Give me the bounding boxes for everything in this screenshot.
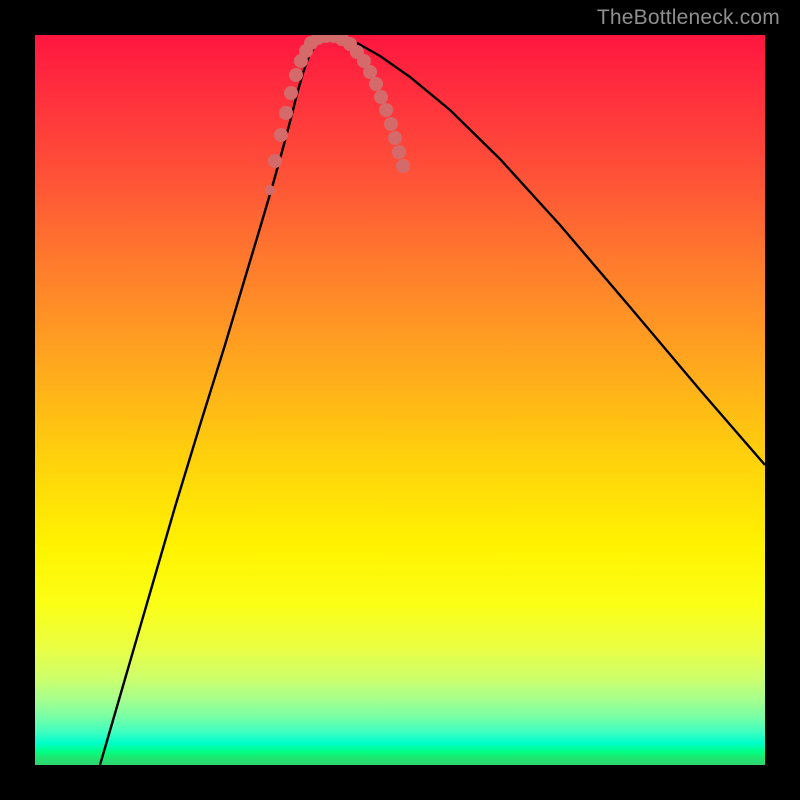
- bottleneck-curve: [100, 37, 765, 765]
- plot-area: [35, 35, 765, 765]
- chart-frame: TheBottleneck.com: [0, 0, 800, 800]
- curve-marker: [363, 65, 377, 79]
- curve-marker: [279, 106, 293, 120]
- curve-layer: [35, 35, 765, 765]
- curve-marker: [396, 159, 410, 173]
- watermark-text: TheBottleneck.com: [597, 6, 780, 30]
- curve-marker: [392, 145, 406, 159]
- marker-group: [265, 35, 410, 195]
- curve-marker: [379, 103, 393, 117]
- curve-marker: [284, 86, 298, 100]
- curve-marker: [369, 77, 383, 91]
- curve-marker: [374, 90, 388, 104]
- curve-marker: [265, 185, 275, 195]
- curve-marker: [268, 154, 282, 168]
- curve-marker: [274, 128, 288, 142]
- curve-marker: [289, 68, 303, 82]
- curve-marker: [388, 131, 402, 145]
- curve-marker: [384, 117, 398, 131]
